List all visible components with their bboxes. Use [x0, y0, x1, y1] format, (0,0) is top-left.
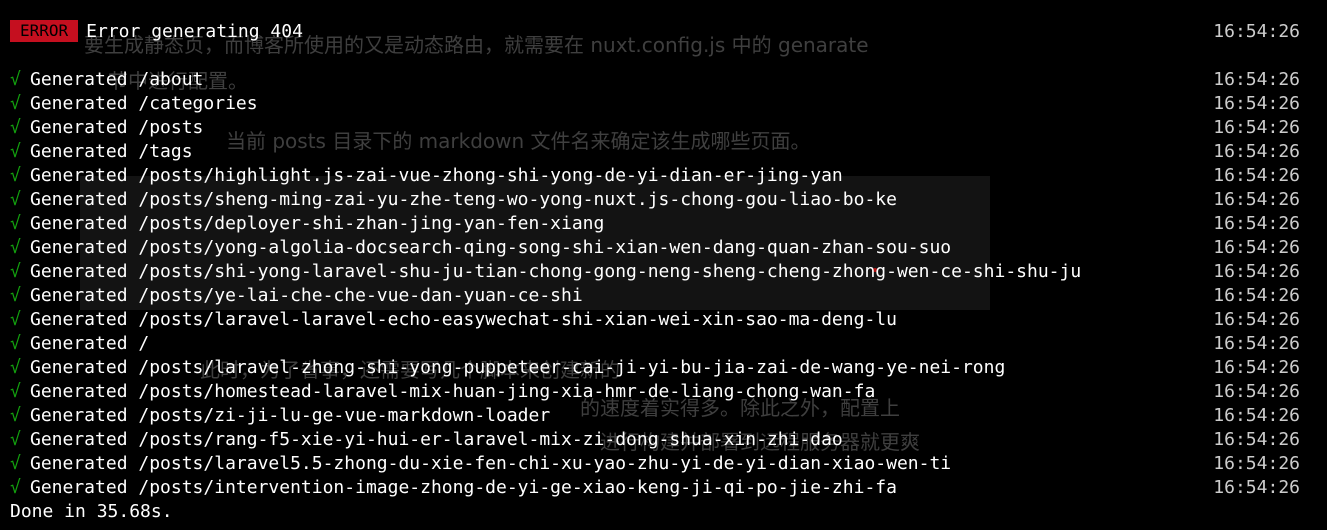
timestamp: 16:54:26 [1213, 285, 1300, 306]
check-icon: √ [10, 141, 21, 162]
generated-message: Generated /posts/intervention-image-zhon… [30, 477, 897, 498]
check-icon: √ [10, 309, 21, 330]
error-line: ERROR Error generating 404 16:54:26 [10, 20, 1300, 44]
generated-line: √ Generated /posts/homestead-laravel-mix-… [10, 380, 1300, 404]
generated-message: Generated /posts/laravel5.5-zhong-du-xie… [30, 453, 952, 474]
generated-message: Generated /posts/highlight.js-zai-vue-zh… [30, 165, 843, 186]
generated-message: Generated /posts/deployer-shi-zhan-jing-… [30, 213, 605, 234]
generated-line: √ Generated /posts/intervention-image-zho… [10, 476, 1300, 500]
generated-line: √ Generated / 16:54:26 [10, 332, 1300, 356]
generated-line: √ Generated /posts/ye-lai-che-che-vue-dan… [10, 284, 1300, 308]
check-icon: √ [10, 429, 21, 450]
generated-line: √ Generated /posts/laravel5.5-zhong-du-xi… [10, 452, 1300, 476]
check-icon: √ [10, 285, 21, 306]
timestamp: 16:54:26 [1213, 453, 1300, 474]
generated-message: Generated /posts [30, 117, 204, 138]
check-icon: √ [10, 381, 21, 402]
timestamp: 16:54:26 [1213, 189, 1300, 210]
generated-message: Generated /posts/homestead-laravel-mix-h… [30, 381, 876, 402]
generated-line: √ Generated /posts 16:54:26 [10, 116, 1300, 140]
check-icon: √ [10, 261, 21, 282]
timestamp: 16:54:26 [1213, 405, 1300, 426]
generated-message: Generated /tags [30, 141, 193, 162]
timestamp: 16:54:26 [1213, 165, 1300, 186]
timestamp: 16:54:26 [1213, 21, 1300, 42]
timestamp: 16:54:26 [1213, 69, 1300, 90]
generated-line: √ Generated /posts/yong-algolia-docsearch… [10, 236, 1300, 260]
check-icon: √ [10, 93, 21, 114]
generated-line: √ Generated /posts/shi-yong-laravel-shu-j… [10, 260, 1300, 284]
error-badge: ERROR [10, 20, 79, 42]
timestamp: 16:54:26 [1213, 429, 1300, 450]
timestamp: 16:54:26 [1213, 117, 1300, 138]
timestamp: 16:54:26 [1213, 237, 1300, 258]
generated-message: Generated /posts/laravel-laravel-echo-ea… [30, 309, 897, 330]
generated-message: Generated /posts/shi-yong-laravel-shu-ju… [30, 261, 1082, 282]
generated-line: √ Generated /posts/highlight.js-zai-vue-z… [10, 164, 1300, 188]
terminal-output[interactable]: ERROR Error generating 404 16:54:26 √ Gene… [0, 0, 1327, 530]
generated-line: √ Generated /about 16:54:26 [10, 68, 1300, 92]
generated-line: √ Generated /posts/deployer-shi-zhan-jing… [10, 212, 1300, 236]
timestamp: 16:54:26 [1213, 213, 1300, 234]
generated-message: Generated /posts/zi-ji-lu-ge-vue-markdow… [30, 405, 551, 426]
generated-message: Generated /posts/yong-algolia-docsearch-… [30, 237, 952, 258]
check-icon: √ [10, 237, 21, 258]
generated-message: Generated /posts/laravel-zhong-shi-yong-… [30, 357, 1006, 378]
done-line: Done in 35.68s. [10, 500, 1300, 524]
generated-line: √ Generated /posts/laravel-laravel-echo-e… [10, 308, 1300, 332]
generated-message: Generated /posts/rang-f5-xie-yi-hui-er-l… [30, 429, 843, 450]
generated-line: √ Generated /posts/rang-f5-xie-yi-hui-er-… [10, 428, 1300, 452]
generated-message: Generated /posts/ye-lai-che-che-vue-dan-… [30, 285, 583, 306]
generated-message: Generated /about [30, 69, 204, 90]
generated-line: √ Generated /posts/laravel-zhong-shi-yong… [10, 356, 1300, 380]
timestamp: 16:54:26 [1213, 333, 1300, 354]
check-icon: √ [10, 189, 21, 210]
check-icon: √ [10, 117, 21, 138]
generated-message: Generated /posts/sheng-ming-zai-yu-zhe-t… [30, 189, 897, 210]
generated-line: √ Generated /categories 16:54:26 [10, 92, 1300, 116]
timestamp: 16:54:26 [1213, 357, 1300, 378]
timestamp: 16:54:26 [1213, 93, 1300, 114]
generated-line: √ Generated /posts/zi-ji-lu-ge-vue-markdo… [10, 404, 1300, 428]
check-icon: √ [10, 165, 21, 186]
timestamp: 16:54:26 [1213, 477, 1300, 498]
generated-message: Generated /categories [30, 93, 258, 114]
check-icon: √ [10, 453, 21, 474]
check-icon: √ [10, 405, 21, 426]
timestamp: 16:54:26 [1213, 141, 1300, 162]
generated-message: Generated / [30, 333, 150, 354]
check-icon: √ [10, 213, 21, 234]
generated-line: √ Generated /posts/sheng-ming-zai-yu-zhe-… [10, 188, 1300, 212]
done-message: Done in 35.68s. [10, 501, 173, 522]
check-icon: √ [10, 333, 21, 354]
check-icon: √ [10, 357, 21, 378]
generated-line: √ Generated /tags 16:54:26 [10, 140, 1300, 164]
timestamp: 16:54:26 [1213, 309, 1300, 330]
timestamp: 16:54:26 [1213, 261, 1300, 282]
check-icon: √ [10, 477, 21, 498]
timestamp: 16:54:26 [1213, 381, 1300, 402]
error-message: Error generating 404 [86, 21, 303, 42]
check-icon: √ [10, 69, 21, 90]
